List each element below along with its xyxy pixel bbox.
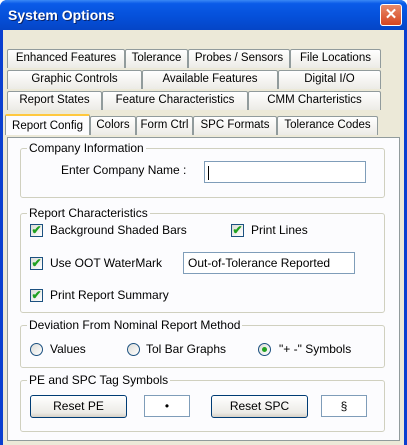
background-shaded-bars-checkbox[interactable]: ✔ xyxy=(30,224,43,237)
tab-report-config[interactable]: Report Config xyxy=(5,114,90,135)
background-shaded-bars-label: Background Shaded Bars xyxy=(50,223,187,237)
group-title: Company Information xyxy=(27,141,146,155)
spc-symbol-value: § xyxy=(340,399,348,413)
tab-row-1: Enhanced Features Tolerance Probes / Sen… xyxy=(7,49,381,68)
tab-feature-characteristics[interactable]: Feature Characteristics xyxy=(102,91,248,110)
print-report-summary-checkbox[interactable]: ✔ xyxy=(30,289,43,302)
tab-file-locations[interactable]: File Locations xyxy=(290,49,381,68)
watermark-text-input[interactable]: Out-of-Tolerance Reported xyxy=(183,252,355,274)
radio-tol-bar-graphs-label: Tol Bar Graphs xyxy=(146,342,227,356)
window-title: System Options xyxy=(8,7,115,23)
tab-probes-sensors[interactable]: Probes / Sensors xyxy=(188,49,290,68)
company-name-label: Enter Company Name : xyxy=(61,163,187,177)
spc-symbol-input[interactable]: § xyxy=(321,395,367,417)
radio-values-label: Values xyxy=(50,342,86,356)
pe-symbol-input[interactable]: • xyxy=(144,395,190,417)
group-title: PE and SPC Tag Symbols xyxy=(27,373,171,387)
pe-symbol-value: • xyxy=(164,399,170,413)
reset-pe-button[interactable]: Reset PE xyxy=(30,395,127,418)
radio-tol-bar-graphs[interactable] xyxy=(127,343,140,356)
print-report-summary-label: Print Report Summary xyxy=(50,288,169,302)
report-config-panel: Company Information Enter Company Name :… xyxy=(7,137,400,441)
deviation-method-group: Deviation From Nominal Report Method Val… xyxy=(20,318,385,368)
tab-form-ctrl[interactable]: Form Ctrl xyxy=(136,116,193,135)
group-title: Report Characteristics xyxy=(27,206,150,220)
radio-selected-dot xyxy=(262,347,267,352)
company-name-input[interactable] xyxy=(204,161,366,183)
group-title: Deviation From Nominal Report Method xyxy=(27,318,243,332)
watermark-text-value: Out-of-Tolerance Reported xyxy=(188,256,331,270)
tab-cmm-charteristics[interactable]: CMM Charteristics xyxy=(248,91,381,110)
print-lines-checkbox[interactable]: ✔ xyxy=(231,224,244,237)
use-oot-watermark-label: Use OOT WaterMark xyxy=(50,256,163,270)
dialog-client: Enhanced Features Tolerance Probes / Sen… xyxy=(3,30,404,445)
tab-digital-io[interactable]: Digital I/O xyxy=(278,70,381,89)
tab-row-2: Graphic Controls Available Features Digi… xyxy=(7,70,381,89)
text-cursor xyxy=(208,166,209,180)
radio-values[interactable] xyxy=(30,343,43,356)
tab-report-states[interactable]: Report States xyxy=(7,91,102,110)
report-characteristics-group: Report Characteristics ✔ Background Shad… xyxy=(20,206,385,313)
radio-plus-minus-symbols-label: "+ -" Symbols xyxy=(279,342,352,356)
tab-row-3: Report States Feature Characteristics CM… xyxy=(7,91,381,110)
tab-enhanced-features[interactable]: Enhanced Features xyxy=(7,49,125,68)
tab-available-features[interactable]: Available Features xyxy=(142,70,278,89)
close-icon: ✕ xyxy=(384,6,398,23)
company-information-group: Company Information Enter Company Name : xyxy=(20,141,385,198)
tab-graphic-controls[interactable]: Graphic Controls xyxy=(7,70,142,89)
tab-tolerance[interactable]: Tolerance xyxy=(125,49,188,68)
radio-plus-minus-symbols[interactable] xyxy=(258,343,271,356)
pe-spc-tag-symbols-group: PE and SPC Tag Symbols Reset PE • Reset … xyxy=(20,373,385,432)
title-bar[interactable]: System Options ✕ xyxy=(0,0,407,30)
tab-tolerance-codes[interactable]: Tolerance Codes xyxy=(277,116,378,135)
reset-spc-button[interactable]: Reset SPC xyxy=(211,395,308,418)
tab-colors[interactable]: Colors xyxy=(90,116,136,135)
tab-row-4: Report Config Colors Form Ctrl SPC Forma… xyxy=(5,114,378,135)
system-options-window: System Options ✕ Enhanced Features Toler… xyxy=(0,0,407,445)
tab-spc-formats[interactable]: SPC Formats xyxy=(193,116,277,135)
close-button[interactable]: ✕ xyxy=(380,4,402,26)
use-oot-watermark-checkbox[interactable]: ✔ xyxy=(30,257,43,270)
print-lines-label: Print Lines xyxy=(251,223,308,237)
